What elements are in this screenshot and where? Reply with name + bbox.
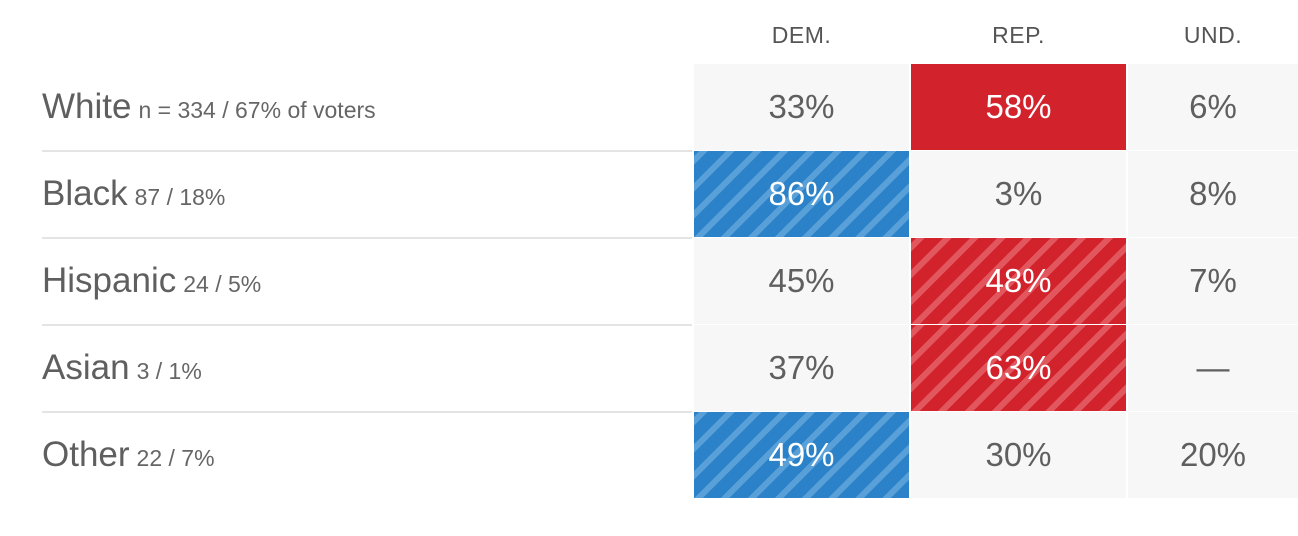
group-sample-size: 3 / 1% bbox=[136, 358, 202, 384]
cell-dem: 49% bbox=[694, 412, 909, 498]
row-label: Black 87 / 18% bbox=[42, 151, 692, 237]
cell-und: 6% bbox=[1128, 64, 1298, 150]
cell-dem: 33% bbox=[694, 64, 909, 150]
cell-dem: 86% bbox=[694, 151, 909, 237]
cell-rep: 30% bbox=[911, 412, 1126, 498]
group-name: White bbox=[42, 87, 132, 126]
group-name: Other bbox=[42, 435, 130, 474]
group-sample-size: 22 / 7% bbox=[136, 445, 215, 471]
cell-rep: 48% bbox=[911, 238, 1126, 324]
cell-und: — bbox=[1128, 325, 1298, 411]
group-name: Asian bbox=[42, 348, 130, 387]
cell-und: 20% bbox=[1128, 412, 1298, 498]
column-header-rep: REP. bbox=[992, 21, 1045, 48]
row-label: White n = 334 / 67% of voters bbox=[42, 64, 692, 150]
cell-und: 8% bbox=[1128, 151, 1298, 237]
row-label: Hispanic 24 / 5% bbox=[42, 238, 692, 324]
group-sample-size: n = 334 / 67% of voters bbox=[138, 97, 376, 123]
cell-und: 7% bbox=[1128, 238, 1298, 324]
column-header-und: UND. bbox=[1183, 21, 1243, 48]
row-label: Other 22 / 7% bbox=[42, 412, 692, 498]
cell-rep: 63% bbox=[911, 325, 1126, 411]
row-label: Asian 3 / 1% bbox=[42, 325, 692, 411]
cell-dem: 45% bbox=[694, 238, 909, 324]
group-name: Black bbox=[42, 174, 128, 213]
group-sample-size: 87 / 18% bbox=[134, 184, 226, 210]
cell-dem: 37% bbox=[694, 325, 909, 411]
cell-rep: 58% bbox=[911, 64, 1126, 150]
cell-rep: 3% bbox=[911, 151, 1126, 237]
column-header-dem: DEM. bbox=[771, 21, 832, 48]
group-name: Hispanic bbox=[42, 261, 177, 300]
group-sample-size: 24 / 5% bbox=[183, 271, 262, 297]
